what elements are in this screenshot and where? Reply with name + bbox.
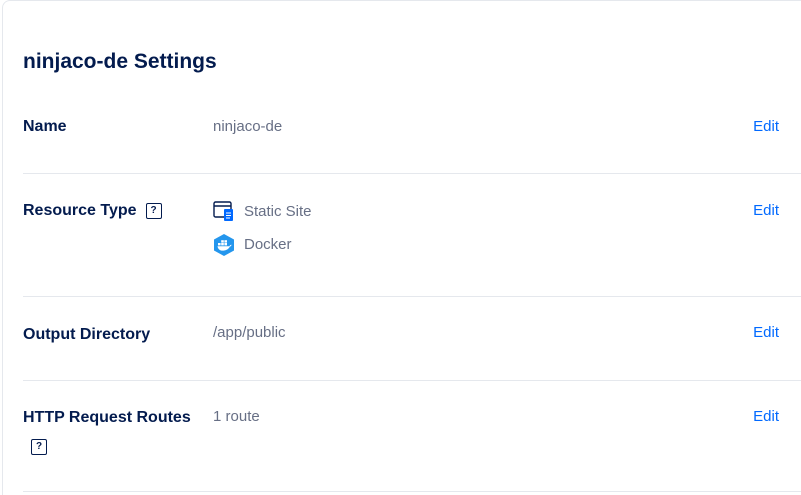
name-value: ninjaco-de (213, 118, 283, 135)
resource-type-help-icon[interactable]: ? (145, 203, 162, 219)
edit-resource-type-button[interactable]: Edit (753, 202, 779, 219)
docker-icon (213, 233, 235, 256)
resource-type-label-text: Resource Type (23, 202, 137, 219)
static-site-label: Static Site (244, 202, 312, 220)
settings-row-output-directory: Output Directory /app/public Edit (23, 297, 801, 381)
resource-type-docker: Docker (213, 233, 292, 256)
page-title: ninjaco-de Settings (23, 50, 217, 73)
output-directory-value: /app/public (213, 324, 286, 341)
docker-label: Docker (244, 235, 292, 253)
settings-panel: ninjaco-de Settings Name ninjaco-de Edit… (2, 0, 801, 495)
edit-http-routes-button[interactable]: Edit (753, 408, 779, 425)
http-routes-help-icon[interactable]: ? (31, 439, 47, 455)
edit-output-directory-button[interactable]: Edit (753, 324, 779, 341)
settings-row-resource-type: Resource Type ? Static Site Docker Edit (23, 174, 801, 297)
output-directory-label: Output Directory (23, 326, 151, 343)
http-routes-label: HTTP Request Routes (23, 409, 191, 426)
resource-type-static-site: Static Site (213, 200, 312, 222)
settings-row-http-routes: HTTP Request Routes ? 1 route Edit (23, 381, 801, 492)
name-label: Name (23, 118, 67, 135)
settings-row-name: Name ninjaco-de Edit (23, 101, 801, 174)
static-site-icon (213, 200, 235, 222)
edit-name-button[interactable]: Edit (753, 118, 779, 135)
http-routes-value: 1 route (213, 408, 260, 425)
resource-type-label: Resource Type ? (23, 202, 162, 220)
